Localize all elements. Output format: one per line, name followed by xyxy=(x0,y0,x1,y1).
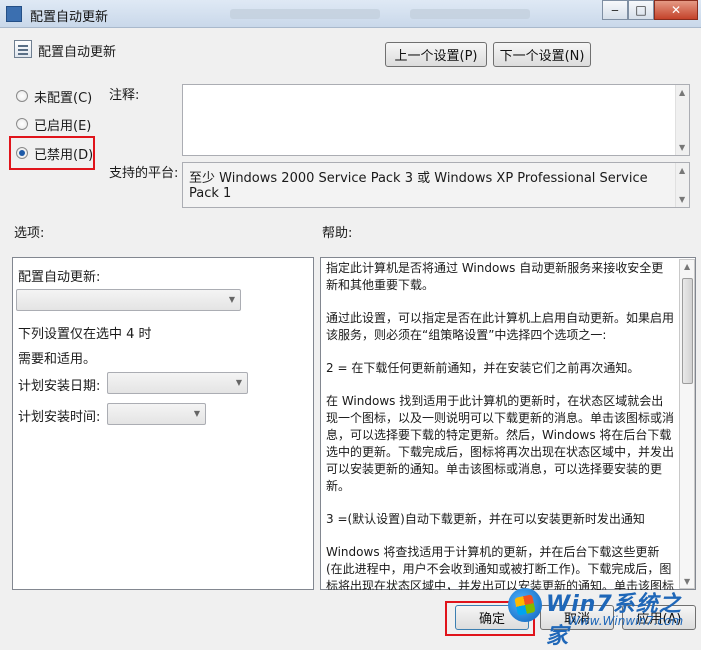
options-heading: 选项: xyxy=(14,226,45,241)
comment-label: 注释: xyxy=(109,88,140,103)
install-time-dropdown[interactable]: ▼ xyxy=(107,403,206,425)
blurred-title-text xyxy=(410,9,530,19)
next-setting-button[interactable]: 下一个设置(N) xyxy=(493,42,591,67)
install-day-label: 计划安装日期: xyxy=(18,379,101,394)
help-paragraph: 在 Windows 找到适用于此计算机的更新时，在状态区域就会出现一个图标，以及… xyxy=(326,394,675,493)
radio-enabled[interactable]: 已启用(E) xyxy=(16,114,91,134)
help-paragraph: 3 =(默认设置)自动下载更新，并在可以安装更新时发出通知 xyxy=(326,512,645,526)
options-note-line2: 需要和适用。 xyxy=(18,352,97,367)
watermark: Win7系统之家 Www.Winwin7.com xyxy=(508,582,701,649)
minimize-button[interactable]: ‒ xyxy=(602,0,628,20)
help-scrollbar[interactable]: ▲ ▼ xyxy=(679,259,695,589)
help-text: 指定此计算机是否将通过 Windows 自动更新服务来接收安全更新和其他重要下载… xyxy=(324,259,676,590)
window-title: 配置自动更新 xyxy=(30,10,109,25)
help-paragraph: 2 = 在下载任何更新前通知，并在安装它们之前再次通知。 xyxy=(326,361,640,375)
platform-label: 支持的平台: xyxy=(109,166,179,181)
policy-window-icon xyxy=(6,6,22,22)
scroll-up-icon[interactable]: ▲ xyxy=(679,88,685,97)
install-time-label: 计划安装时间: xyxy=(18,410,101,425)
chevron-down-icon: ▼ xyxy=(228,295,235,304)
radio-label: 已启用(E) xyxy=(34,118,92,134)
help-heading: 帮助: xyxy=(322,226,353,241)
windows-logo-icon xyxy=(508,588,542,622)
close-button[interactable]: ✕ xyxy=(654,0,698,20)
policy-name: 配置自动更新 xyxy=(38,45,117,60)
comment-scrollbar[interactable]: ▲ ▼ xyxy=(675,85,689,155)
chevron-down-icon: ▼ xyxy=(193,409,200,418)
radio-label: 已禁用(D) xyxy=(34,147,94,163)
radio-button-icon[interactable] xyxy=(16,118,28,130)
install-day-dropdown[interactable]: ▼ xyxy=(107,372,248,394)
maximize-button[interactable]: □ xyxy=(628,0,654,20)
scroll-down-icon[interactable]: ▼ xyxy=(679,195,685,204)
blurred-title-text xyxy=(230,9,380,19)
configure-updates-label: 配置自动更新: xyxy=(18,270,101,285)
platform-scrollbar[interactable]: ▲ ▼ xyxy=(675,163,689,207)
platform-text: 至少 Windows 2000 Service Pack 3 或 Windows… xyxy=(189,171,648,201)
previous-setting-button[interactable]: 上一个设置(P) xyxy=(385,42,487,67)
watermark-url: Www.Winwin7.com xyxy=(568,614,684,628)
scroll-up-icon[interactable]: ▲ xyxy=(684,262,690,271)
scroll-up-icon[interactable]: ▲ xyxy=(679,166,685,175)
radio-label: 未配置(C) xyxy=(34,90,93,106)
help-paragraph: 通过此设置，可以指定是否在此计算机上启用自动更新。如果启用该服务，则必须在“组策… xyxy=(326,311,675,342)
scroll-down-icon[interactable]: ▼ xyxy=(679,143,685,152)
configure-updates-dropdown[interactable]: ▼ xyxy=(16,289,241,311)
radio-disabled[interactable]: 已禁用(D) xyxy=(16,143,93,163)
policy-icon xyxy=(14,40,32,58)
comment-textarea[interactable]: ▲ ▼ xyxy=(182,84,690,156)
scrollbar-thumb[interactable] xyxy=(682,278,693,384)
radio-button-icon[interactable] xyxy=(16,147,28,159)
options-note-line1: 下列设置仅在选中 4 时 xyxy=(18,327,152,342)
radio-button-icon[interactable] xyxy=(16,90,28,102)
radio-not-configured[interactable]: 未配置(C) xyxy=(16,86,92,106)
title-bar: 配置自动更新 ‒ □ ✕ xyxy=(0,0,701,28)
help-paragraph: 指定此计算机是否将通过 Windows 自动更新服务来接收安全更新和其他重要下载… xyxy=(326,261,664,292)
chevron-down-icon: ▼ xyxy=(235,378,242,387)
platform-field: 至少 Windows 2000 Service Pack 3 或 Windows… xyxy=(182,162,690,208)
